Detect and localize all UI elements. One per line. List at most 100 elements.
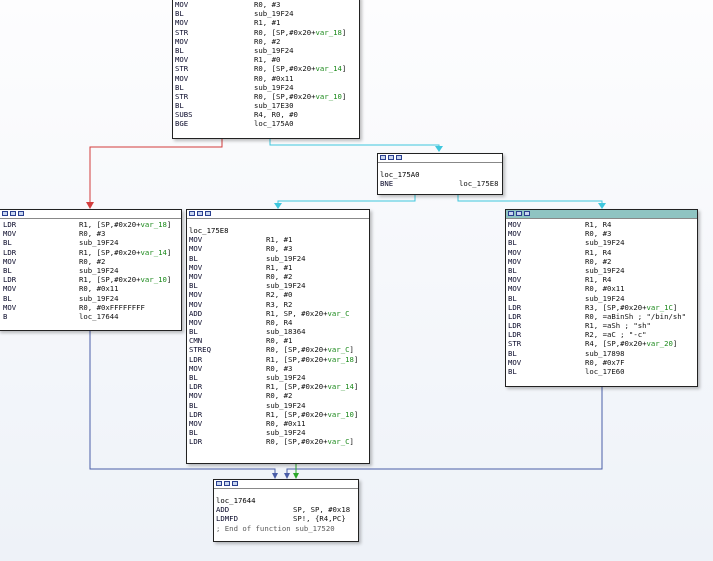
operand[interactable]: R2, #0 <box>266 290 292 299</box>
operand[interactable]: sub_19F24 <box>254 9 294 18</box>
operand[interactable]: loc_175A0 <box>254 119 294 128</box>
operand[interactable]: R0, R4 <box>266 318 292 327</box>
instruction-row[interactable]: STR R0, [SP,#0x20+var_18] <box>174 28 359 37</box>
instruction-row[interactable]: MOV R1, #0 <box>174 55 359 64</box>
instruction-row[interactable]: BL sub_17E30 <box>174 101 359 110</box>
instruction-row[interactable]: Bloc_17644 <box>2 312 181 321</box>
code-block-loc-17644[interactable]: loc_17644 ADD SP, SP, #0x18 LDMFD SP!, {R4,… <box>213 479 359 542</box>
operand[interactable]: R0, #2 <box>585 257 611 266</box>
code-block-left[interactable]: LDR R1, [SP,#0x20+var_18] MOV R0, #3 BL sub_1… <box>0 209 182 331</box>
operand[interactable]: R1, SP, #0x20+var_C <box>266 309 349 318</box>
block-label[interactable]: loc_175E8 <box>189 226 229 235</box>
operand[interactable]: R0, [SP,#0x20+var_C] <box>266 437 354 446</box>
instruction-row[interactable]: MOV R0, #3 <box>2 229 181 238</box>
operand[interactable]: R1, [SP,#0x20+var_14] <box>266 382 358 391</box>
operand[interactable]: R1, =aSh ; "sh" <box>585 321 651 330</box>
instruction-row[interactable]: STREQ R0, [SP,#0x20+var_C] <box>188 345 369 354</box>
stack-var-ref[interactable]: var_18 <box>316 28 342 37</box>
instruction-row[interactable]: MOV R0, #3 <box>507 229 697 238</box>
operand[interactable]: sub_17E30 <box>254 101 294 110</box>
operand[interactable]: R1, [SP,#0x20+var_14] <box>79 248 171 257</box>
instruction-row[interactable]: BL sub_18364 <box>188 327 369 336</box>
instruction-row[interactable]: BL sub_19F24 <box>188 254 369 263</box>
instruction-row[interactable]: BL sub_19F24 <box>188 401 369 410</box>
instruction-row[interactable]: MOV R0, #0xFFFFFFFF <box>2 303 181 312</box>
stack-var-ref[interactable]: var_18 <box>328 355 354 364</box>
code-block-right[interactable]: MOV R1, R4 MOV R0, #3 BL sub_19F24 MOV R1, R4 MO… <box>505 209 698 387</box>
operand[interactable]: R0, [SP,#0x20+var_14] <box>254 64 346 73</box>
instruction-row[interactable]: BL sub_19F24 <box>2 266 181 275</box>
grid-icon[interactable] <box>18 211 24 216</box>
operand[interactable]: R0, #3 <box>254 0 280 9</box>
stack-var-ref[interactable]: var_10 <box>316 92 342 101</box>
operand[interactable]: sub_19F24 <box>266 373 306 382</box>
operand[interactable]: R0, [SP,#0x20+var_18] <box>254 28 346 37</box>
instruction-row[interactable]: BL sub_19F24 <box>174 9 359 18</box>
instruction-row[interactable]: STR R0, [SP,#0x20+var_14] <box>174 64 359 73</box>
operand[interactable]: SP!, {R4,PC} <box>293 514 346 523</box>
operand[interactable]: R0, #0x11 <box>79 284 119 293</box>
grid-icon[interactable] <box>232 481 238 486</box>
operand[interactable]: R0, [SP,#0x20+var_C] <box>266 345 354 354</box>
operand[interactable]: loc_17E60 <box>585 367 625 376</box>
operand[interactable]: sub_19F24 <box>79 266 119 275</box>
chart-icon[interactable] <box>388 155 394 160</box>
instruction-row[interactable]: MOV R0, #2 <box>174 37 359 46</box>
instruction-row[interactable]: BL sub_19F24 <box>174 83 359 92</box>
operand[interactable]: R0, #2 <box>266 272 292 281</box>
instruction-row[interactable]: MOV R0, #0x7F <box>507 358 697 367</box>
grid-icon[interactable] <box>396 155 402 160</box>
grid-icon[interactable] <box>524 211 530 216</box>
stack-var-ref[interactable]: var_10 <box>141 275 167 284</box>
grid-icon[interactable] <box>205 211 211 216</box>
operand[interactable]: loc_175E8 <box>459 179 499 188</box>
instruction-row[interactable]: BL sub_19F24 <box>507 294 697 303</box>
instruction-row[interactable]: LDR R1, [SP,#0x20+var_18] <box>2 220 181 229</box>
instruction-row[interactable]: BL sub_19F24 <box>174 46 359 55</box>
operand[interactable]: sub_19F24 <box>266 254 306 263</box>
operand[interactable]: R1, [SP,#0x20+var_18] <box>79 220 171 229</box>
operand[interactable]: sub_19F24 <box>254 83 294 92</box>
instruction-row[interactable]: MOV R1, R4 <box>507 220 697 229</box>
instruction-row[interactable]: BL sub_19F24 <box>507 266 697 275</box>
instruction-row[interactable]: BNE loc_175E8 <box>379 179 502 188</box>
instruction-row[interactable]: LDR R2, =aC ; "-c" <box>507 330 697 339</box>
operand[interactable]: R0, #0xFFFFFFFF <box>79 303 145 312</box>
instruction-row[interactable]: BL sub_19F24 <box>2 294 181 303</box>
instruction-row[interactable]: BL sub_19F24 <box>188 281 369 290</box>
instruction-row[interactable]: BL sub_17898 <box>507 349 697 358</box>
instruction-row[interactable]: MOV R3, R2 <box>188 300 369 309</box>
stack-var-ref[interactable]: var_1C <box>647 303 673 312</box>
operand[interactable]: R1, #1 <box>266 263 292 272</box>
stack-var-ref[interactable]: var_14 <box>141 248 167 257</box>
instruction-row[interactable]: MOV R0, R4 <box>188 318 369 327</box>
stack-var-ref[interactable]: var_20 <box>647 339 673 348</box>
instruction-row[interactable]: BL sub_19F24 <box>507 238 697 247</box>
operand[interactable]: R0, #0x11 <box>585 284 625 293</box>
graph-overview-icon[interactable] <box>508 211 514 216</box>
operand[interactable]: sub_19F24 <box>254 46 294 55</box>
chart-icon[interactable] <box>224 481 230 486</box>
code-block-top[interactable]: MOV R0, #3 BL sub_19F24 MOV R1, #1 STR R0, [SP,… <box>172 0 360 139</box>
instruction-row[interactable]: MOV R0, #0x11 <box>507 284 697 293</box>
instruction-row[interactable]: LDR R1, [SP,#0x20+var_14] <box>188 382 369 391</box>
operand[interactable]: R1, #1 <box>266 235 292 244</box>
operand[interactable]: R0, [SP,#0x20+var_10] <box>254 92 346 101</box>
operand[interactable]: R0, =aBinSh ; "/bin/sh" <box>585 312 686 321</box>
operand[interactable]: R0, #3 <box>79 229 105 238</box>
instruction-row[interactable]: MOV R2, #0 <box>188 290 369 299</box>
stack-var-ref[interactable]: var_14 <box>316 64 342 73</box>
operand[interactable]: sub_19F24 <box>266 281 306 290</box>
operand[interactable]: SP, SP, #0x18 <box>293 505 350 514</box>
instruction-row[interactable]: LDR R1, [SP,#0x20+var_10] <box>2 275 181 284</box>
operand[interactable]: R0, #3 <box>266 244 292 253</box>
instruction-row[interactable]: ADD SP, SP, #0x18 <box>215 505 358 514</box>
instruction-row[interactable]: STR R0, [SP,#0x20+var_10] <box>174 92 359 101</box>
operand[interactable]: sub_19F24 <box>79 294 119 303</box>
instruction-row[interactable]: MOV R0, #2 <box>2 257 181 266</box>
operand[interactable]: R1, R4 <box>585 275 611 284</box>
instruction-row[interactable]: BL sub_19F24 <box>188 428 369 437</box>
operand[interactable]: R1, R4 <box>585 220 611 229</box>
operand[interactable]: R0, #0x11 <box>254 74 294 83</box>
graph-overview-icon[interactable] <box>189 211 195 216</box>
